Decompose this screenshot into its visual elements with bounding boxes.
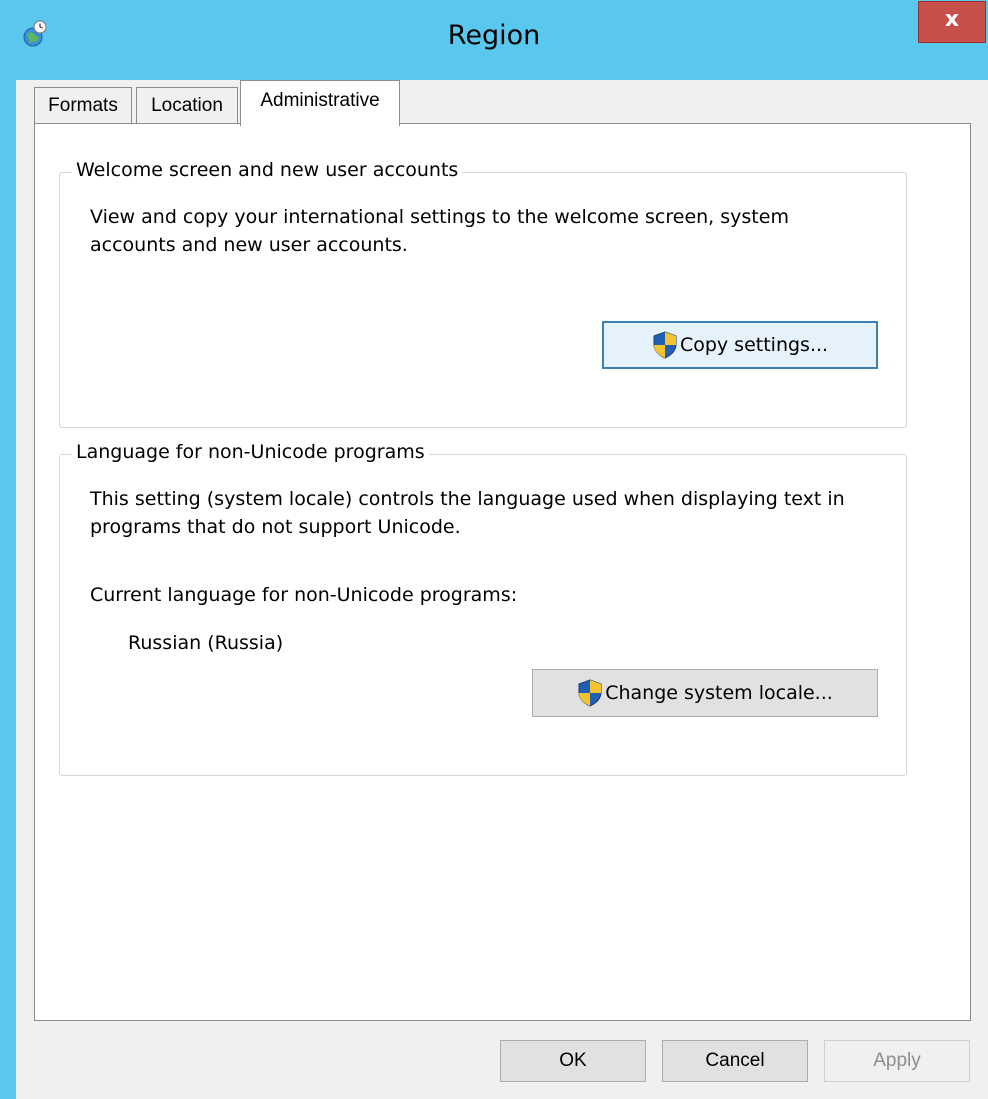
tab-administrative[interactable]: Administrative	[240, 80, 400, 126]
tab-strip: Formats Location Administrative	[16, 80, 988, 126]
window-title: Region	[447, 20, 541, 51]
current-language-value: Russian (Russia)	[128, 632, 284, 654]
title-bar[interactable]: Region x	[0, 0, 988, 80]
close-icon: x	[944, 6, 960, 32]
copy-settings-button[interactable]: Copy settings...	[602, 321, 878, 369]
tab-formats[interactable]: Formats	[34, 87, 132, 124]
group-legend: Language for non-Unicode programs	[72, 441, 429, 463]
group-legend: Welcome screen and new user accounts	[72, 159, 463, 181]
region-dialog: Region x Formats Location Administrative…	[0, 0, 988, 1099]
change-system-locale-button[interactable]: Change system locale...	[532, 669, 878, 717]
close-button[interactable]: x	[918, 1, 986, 43]
administrative-tab-panel: Welcome screen and new user accounts Vie…	[34, 123, 971, 1021]
current-language-label: Current language for non-Unicode program…	[90, 584, 518, 606]
group-description: This setting (system locale) controls th…	[90, 488, 845, 538]
non-unicode-language-group: Language for non-Unicode programs This s…	[59, 441, 907, 776]
group-description: View and copy your international setting…	[90, 206, 789, 256]
uac-shield-icon	[578, 679, 602, 707]
apply-button[interactable]: Apply	[824, 1040, 970, 1082]
ok-button[interactable]: OK	[500, 1040, 646, 1082]
button-label: Change system locale...	[605, 682, 833, 704]
uac-shield-icon	[653, 331, 677, 359]
button-label: Copy settings...	[679, 334, 829, 356]
welcome-screen-group: Welcome screen and new user accounts Vie…	[59, 159, 907, 428]
dialog-client-area: Formats Location Administrative Welcome …	[16, 80, 988, 1099]
tab-location[interactable]: Location	[136, 87, 238, 124]
cancel-button[interactable]: Cancel	[662, 1040, 808, 1082]
